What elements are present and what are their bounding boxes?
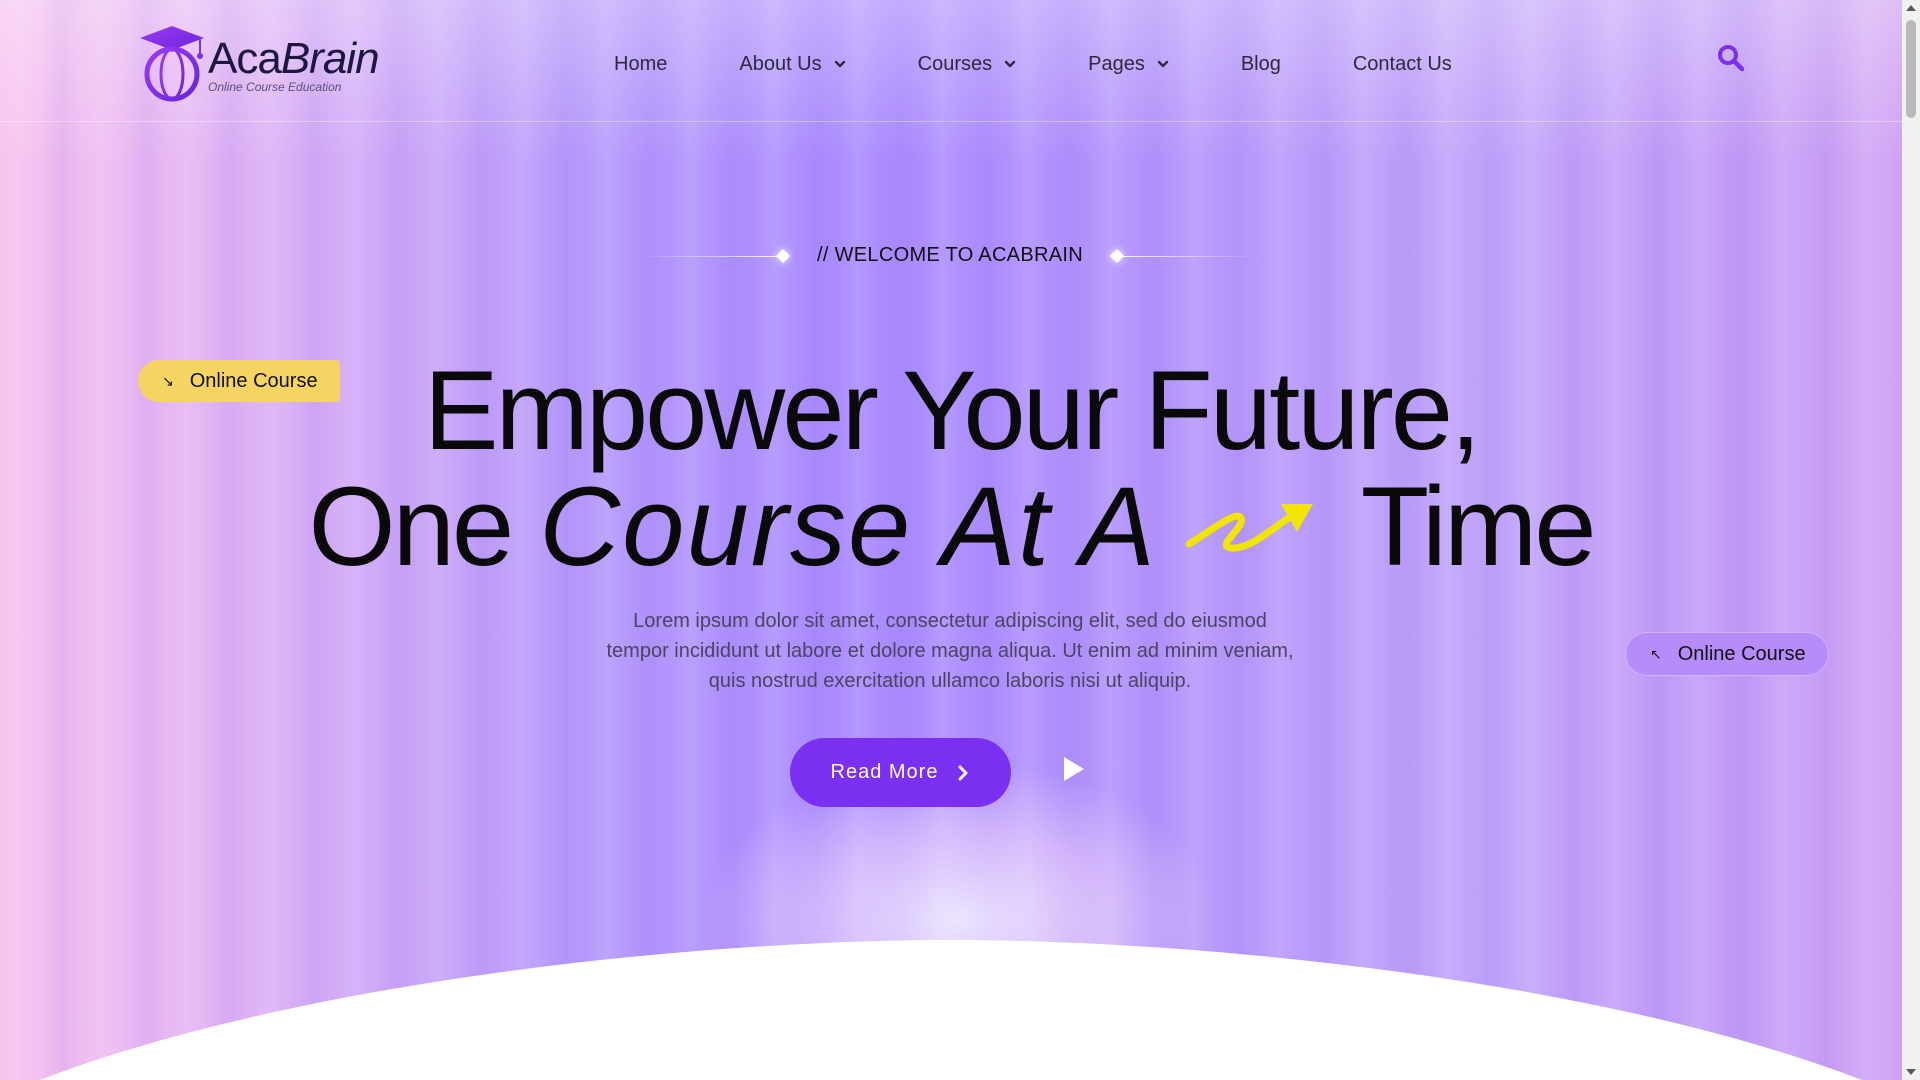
page: AcaBrain Online Course Education Home Ab… bbox=[0, 0, 1920, 1080]
headline-italic: Course At A bbox=[539, 464, 1157, 589]
headline-word-time: Time bbox=[1360, 464, 1597, 589]
hero-headline-line1: Empower Your Future, bbox=[423, 348, 1481, 473]
hero-headline-line2: One Course At A Time bbox=[0, 462, 1902, 592]
chevron-right-icon bbox=[958, 765, 968, 780]
nav-item-home[interactable]: Home bbox=[614, 53, 667, 76]
nav-item-contact-us[interactable]: Contact Us bbox=[1353, 53, 1452, 76]
vertical-scrollbar[interactable] bbox=[1902, 0, 1920, 1080]
nav-item-label: Pages bbox=[1088, 52, 1145, 75]
nav-item-courses[interactable]: Courses bbox=[918, 53, 1016, 76]
hero-description: Lorem ipsum dolor sit amet, consectetur … bbox=[606, 610, 1294, 692]
scrollbar-thumb[interactable] bbox=[1906, 20, 1916, 118]
nav-item-label: About Us bbox=[739, 52, 822, 75]
logo-name-part1: Aca bbox=[208, 34, 282, 83]
main-nav: Home About Us Courses Pages Blog Contact… bbox=[614, 50, 1452, 78]
welcome-eyebrow: // WELCOME TO ACABRAIN bbox=[640, 240, 1260, 272]
headline-word-one: One bbox=[308, 464, 514, 589]
site-header: AcaBrain Online Course Education Home Ab… bbox=[0, 0, 1902, 122]
read-more-button[interactable]: Read More bbox=[790, 738, 1011, 807]
chevron-down-icon bbox=[1157, 60, 1169, 68]
nav-item-label: Courses bbox=[917, 52, 993, 75]
nav-item-blog[interactable]: Blog bbox=[1241, 53, 1281, 76]
search-icon[interactable] bbox=[1717, 44, 1745, 72]
arrow-up-left-icon: ↖ bbox=[1650, 645, 1662, 662]
chevron-down-icon bbox=[834, 60, 845, 68]
scribble-arrow-icon bbox=[1185, 504, 1313, 552]
logo-tagline: Online Course Education bbox=[208, 80, 342, 94]
online-course-badge-right: ↖ Online Course bbox=[1625, 632, 1829, 676]
badge-label: Online Course bbox=[1677, 642, 1806, 665]
scroll-down-arrow-icon[interactable] bbox=[1906, 1069, 1916, 1075]
logo-name-part2: Brain bbox=[280, 34, 380, 83]
read-more-label: Read More bbox=[830, 761, 939, 783]
nav-item-pages[interactable]: Pages bbox=[1088, 53, 1169, 76]
nav-item-about-us[interactable]: About Us bbox=[739, 53, 845, 76]
nav-item-label: Contact Us bbox=[1352, 52, 1452, 75]
decorative-line bbox=[1120, 256, 1260, 257]
nav-item-label: Home bbox=[614, 52, 668, 75]
nav-item-label: Blog bbox=[1240, 52, 1281, 75]
play-icon[interactable] bbox=[1062, 755, 1086, 783]
logo[interactable]: AcaBrain Online Course Education bbox=[138, 24, 380, 102]
scroll-up-arrow-icon[interactable] bbox=[1906, 5, 1916, 11]
bottom-curve bbox=[40, 940, 1862, 1080]
graduation-globe-icon bbox=[140, 26, 204, 102]
chevron-down-icon bbox=[1004, 60, 1016, 68]
logo-name: AcaBrain bbox=[208, 34, 380, 84]
